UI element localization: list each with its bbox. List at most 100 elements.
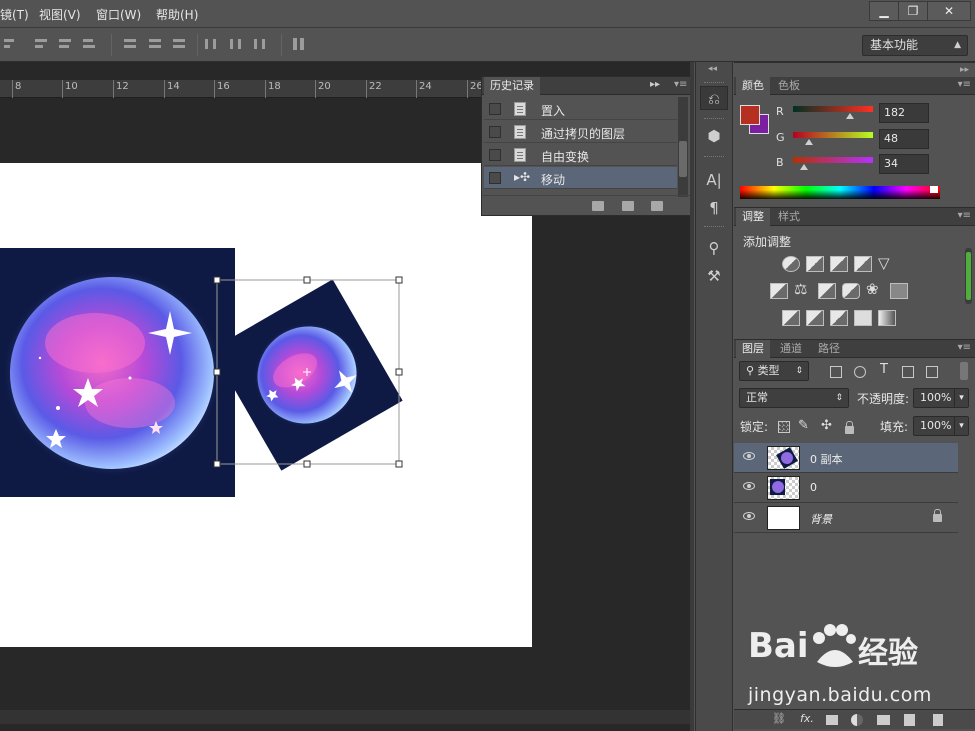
history-item[interactable]: 自由变换	[484, 144, 677, 166]
tab-adjustments[interactable]: 调整	[736, 208, 770, 226]
new-group-folder-icon[interactable]	[877, 715, 890, 725]
menu-help[interactable]: 帮助(H)	[156, 6, 198, 23]
adjustments-scrollbar[interactable]	[965, 248, 972, 304]
pixel-layer-filter-icon[interactable]	[830, 366, 842, 378]
paragraph-panel-icon[interactable]: ¶	[700, 196, 728, 220]
minimize-button[interactable]: ▁	[869, 1, 899, 21]
tab-history[interactable]: 历史记录	[484, 77, 540, 95]
align-bottom-edges-icon[interactable]	[83, 38, 97, 50]
menu-filter[interactable]: 镜(T)	[0, 6, 29, 23]
blue-slider[interactable]	[793, 157, 873, 163]
invert-icon[interactable]	[782, 310, 800, 326]
history-brush-source-checkbox[interactable]	[489, 103, 501, 115]
lock-transparent-pixels-icon[interactable]	[778, 421, 790, 433]
red-value-input[interactable]: 182	[879, 103, 929, 123]
color-spectrum-ramp[interactable]	[740, 186, 940, 199]
distribute-vertical-centers-icon[interactable]	[149, 38, 163, 50]
color-lookup-icon[interactable]	[890, 283, 908, 299]
canvas-document[interactable]	[0, 163, 532, 647]
expand-panels-icon[interactable]: ◂◂	[708, 64, 717, 74]
collapse-dock-icon[interactable]: ▸▸	[960, 65, 969, 75]
channel-mixer-icon[interactable]: ❀	[866, 280, 879, 298]
panel-menu-icon[interactable]: ▾≡	[958, 210, 971, 221]
menu-view[interactable]: 视图(V)	[39, 6, 81, 23]
layer-filter-dropdown[interactable]: ⚲ 类型 ⇕	[739, 361, 809, 381]
vibrance-icon[interactable]: ▽	[878, 254, 890, 272]
hue-saturation-icon[interactable]	[770, 283, 788, 299]
horizontal-scrollbar[interactable]	[0, 710, 692, 724]
brush-presets-icon[interactable]: ⚲	[700, 236, 728, 260]
history-item[interactable]: 置入	[484, 98, 677, 120]
history-panel-icon[interactable]: ⎌	[700, 86, 728, 110]
history-item-selected[interactable]: ▸✣ 移动	[484, 167, 677, 189]
opacity-stepper-icon[interactable]: ▾	[954, 389, 968, 407]
distribute-top-edges-icon[interactable]	[124, 38, 138, 50]
tool-presets-icon[interactable]: ⚒	[700, 264, 728, 288]
tab-paths[interactable]: 路径	[812, 340, 846, 358]
layer-row[interactable]: 背景	[734, 503, 958, 533]
align-left-edges-icon[interactable]	[4, 38, 18, 50]
restore-button[interactable]: ❐	[898, 1, 928, 21]
distribute-horizontal-centers-icon[interactable]	[230, 38, 244, 50]
curves-icon[interactable]	[830, 256, 848, 272]
add-mask-icon[interactable]	[826, 715, 838, 725]
color-balance-icon[interactable]: ⚖	[794, 280, 807, 298]
selective-color-icon[interactable]	[854, 310, 872, 326]
blue-value-input[interactable]: 34	[879, 154, 929, 174]
panel-menu-icon[interactable]: ▾≡	[958, 79, 971, 90]
visibility-eye-icon[interactable]	[743, 512, 755, 520]
black-white-icon[interactable]	[818, 283, 836, 299]
threshold-icon[interactable]	[830, 310, 848, 326]
history-scrollbar[interactable]	[678, 97, 688, 197]
lock-all-icon[interactable]	[845, 421, 854, 434]
tab-styles[interactable]: 样式	[772, 208, 806, 226]
levels-icon[interactable]	[806, 256, 824, 272]
fill-input[interactable]: 100% ▾	[913, 416, 969, 436]
panel-menu-icon[interactable]: ▾≡	[958, 342, 971, 353]
lock-image-pixels-icon[interactable]: ✎	[798, 418, 809, 433]
distribute-left-edges-icon[interactable]	[205, 38, 219, 50]
new-adjustment-layer-icon[interactable]	[851, 714, 863, 726]
blue-slider-handle[interactable]	[800, 164, 808, 170]
history-brush-source-checkbox[interactable]	[489, 172, 501, 184]
layer-row[interactable]: 0 副本	[734, 443, 958, 473]
foreground-color-swatch[interactable]	[740, 105, 760, 125]
tab-layers[interactable]: 图层	[736, 340, 770, 358]
close-button[interactable]: ✕	[927, 1, 971, 21]
blend-mode-dropdown[interactable]: 正常 ⇕	[739, 388, 849, 408]
red-slider-handle[interactable]	[846, 113, 854, 119]
collapse-panel-icon[interactable]: ▸▸	[650, 79, 660, 90]
green-slider-handle[interactable]	[805, 139, 813, 145]
new-document-from-state-icon[interactable]	[592, 201, 604, 211]
tab-color[interactable]: 颜色	[736, 77, 770, 95]
trash-icon[interactable]	[933, 714, 943, 726]
panel-menu-icon[interactable]: ▾≡	[674, 79, 687, 90]
camera-snapshot-icon[interactable]	[622, 201, 634, 211]
new-layer-icon[interactable]	[904, 714, 915, 726]
posterize-icon[interactable]	[806, 310, 824, 326]
white-swatch[interactable]	[930, 186, 938, 193]
history-brush-source-checkbox[interactable]	[489, 149, 501, 161]
shape-layer-filter-icon[interactable]	[902, 366, 914, 378]
layer-name[interactable]: 背景	[810, 511, 832, 527]
layer-name[interactable]: 0	[810, 481, 817, 494]
green-value-input[interactable]: 48	[879, 129, 929, 149]
character-panel-icon[interactable]: A|	[700, 168, 728, 192]
align-vertical-centers-icon[interactable]	[59, 38, 73, 50]
auto-align-layers-icon[interactable]	[293, 38, 307, 50]
workspace-dropdown[interactable]: 基本功能 ▲	[862, 35, 968, 56]
filter-toggle-switch[interactable]	[960, 362, 968, 380]
layer-name[interactable]: 0 副本	[810, 451, 843, 467]
green-slider[interactable]	[793, 132, 873, 138]
brightness-contrast-icon[interactable]	[782, 256, 800, 272]
type-layer-filter-icon[interactable]: T	[880, 362, 888, 377]
distribute-bottom-edges-icon[interactable]	[173, 38, 187, 50]
distribute-right-edges-icon[interactable]	[254, 38, 268, 50]
menu-window[interactable]: 窗口(W)	[96, 6, 141, 23]
adjustment-layer-filter-icon[interactable]	[854, 366, 866, 378]
smart-object-filter-icon[interactable]	[926, 366, 938, 378]
tab-channels[interactable]: 通道	[774, 340, 808, 358]
visibility-eye-icon[interactable]	[743, 452, 755, 460]
history-brush-source-checkbox[interactable]	[489, 126, 501, 138]
opacity-input[interactable]: 100% ▾	[913, 388, 969, 408]
